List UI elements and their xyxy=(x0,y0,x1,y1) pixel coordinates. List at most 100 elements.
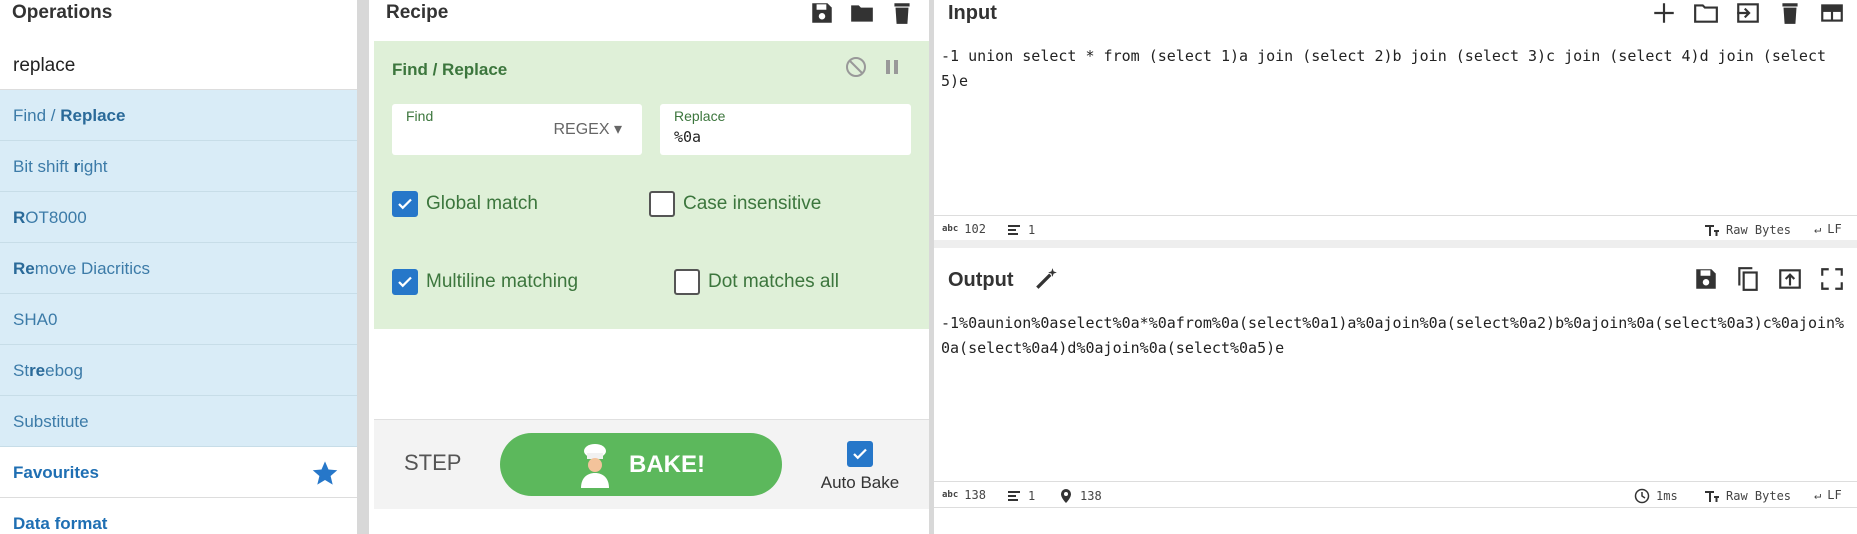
case-insensitive-label: Case insensitive xyxy=(683,193,822,214)
op-item-label: Substitute xyxy=(13,412,89,431)
op-item-match: Replace xyxy=(60,106,126,125)
magic-wand-icon[interactable] xyxy=(1033,266,1059,292)
checkbox-checked[interactable] xyxy=(392,269,418,295)
input-eol-value: LF xyxy=(1827,222,1842,236)
global-match-label: Global match xyxy=(426,193,538,214)
op-item-streebog[interactable]: Streebog xyxy=(0,345,357,396)
maximize-icon[interactable] xyxy=(1819,266,1845,292)
replace-input-icon[interactable] xyxy=(1777,266,1803,292)
save-icon[interactable] xyxy=(809,0,835,26)
input-eol[interactable]: ↵ LF xyxy=(1814,222,1842,236)
case-insensitive-checkbox[interactable]: Case insensitive xyxy=(649,191,821,217)
operations-title: Operations xyxy=(12,2,113,23)
pause-icon[interactable] xyxy=(880,55,904,79)
recipe-header: Recipe xyxy=(374,0,929,40)
output-lines: 1 xyxy=(1006,488,1035,504)
op-item-label-rest: ebog xyxy=(45,361,83,380)
abc-icon: abc xyxy=(942,490,959,500)
op-item-remove-diacritics[interactable]: Remove Diacritics xyxy=(0,243,357,294)
dot-all-label: Dot matches all xyxy=(708,271,839,292)
clock-icon xyxy=(1634,488,1650,504)
auto-bake-label: Auto Bake xyxy=(820,473,900,492)
find-mode-dropdown[interactable]: REGEX ▾ xyxy=(554,119,623,139)
multiline-checkbox[interactable]: Multiline matching xyxy=(392,269,578,295)
return-icon: ↵ xyxy=(1814,222,1822,236)
operations-panel: Operations replace Find / Replace Bit sh… xyxy=(0,0,357,534)
multiline-label: Multiline matching xyxy=(426,271,579,292)
global-match-checkbox[interactable]: Global match xyxy=(392,191,538,217)
input-length: abc 102 xyxy=(942,222,986,236)
category-data-format[interactable]: Data format xyxy=(0,498,357,534)
recipe-controls: STEP BAKE! Auto Bake xyxy=(374,419,929,509)
input-encoding-value: Raw Bytes xyxy=(1726,223,1792,237)
op-item-match: Re xyxy=(13,259,35,278)
trash-icon[interactable] xyxy=(889,0,915,26)
layout-icon[interactable] xyxy=(1819,0,1845,26)
output-title: Output xyxy=(948,269,1014,291)
output-position-value: 138 xyxy=(1080,489,1102,503)
operations-search-input[interactable]: replace xyxy=(0,45,357,90)
find-mode-value: REGEX xyxy=(553,121,610,138)
plus-icon[interactable] xyxy=(1651,0,1677,26)
check-icon xyxy=(398,276,412,288)
auto-bake-checkbox[interactable]: Auto Bake xyxy=(817,441,903,493)
dot-all-checkbox[interactable]: Dot matches all xyxy=(674,269,839,295)
return-icon: ↵ xyxy=(1814,488,1822,502)
category-label: Favourites xyxy=(13,463,99,482)
copy-icon[interactable] xyxy=(1735,266,1761,292)
replace-field[interactable]: Replace %0a xyxy=(660,104,911,155)
op-item-bit-shift-right[interactable]: Bit shift right xyxy=(0,141,357,192)
output-time: 1ms xyxy=(1634,488,1678,504)
chef-icon xyxy=(581,443,609,488)
output-eol-value: LF xyxy=(1827,488,1842,502)
output-eol[interactable]: ↵ LF xyxy=(1814,488,1842,502)
category-favourites[interactable]: Favourites xyxy=(0,447,357,498)
op-item-label-rest: ight xyxy=(80,157,108,176)
output-time-value: 1ms xyxy=(1656,489,1678,503)
op-item-label: St xyxy=(13,361,30,380)
import-icon[interactable] xyxy=(1735,0,1761,26)
output-length-value: 138 xyxy=(964,488,986,502)
folder-icon[interactable] xyxy=(849,0,875,26)
checkbox-unchecked[interactable] xyxy=(649,191,675,217)
find-field[interactable]: Find REGEX ▾ xyxy=(392,104,642,155)
input-status-bar: abc 102 1 Raw Bytes ↵ LF xyxy=(934,215,1857,242)
save-icon[interactable] xyxy=(1693,266,1719,292)
find-label: Find xyxy=(406,108,434,124)
text-size-icon xyxy=(1705,225,1719,236)
input-length-value: 102 xyxy=(964,222,986,236)
caret-down-icon: ▾ xyxy=(613,121,622,138)
op-item-find-replace[interactable]: Find / Replace xyxy=(0,90,357,141)
output-status-bar: abc 138 1 138 1ms Raw Bytes ↵ LF xyxy=(934,481,1857,508)
op-item-sha0[interactable]: SHA0 xyxy=(0,294,357,345)
bake-button[interactable]: BAKE! xyxy=(500,433,782,496)
panel-divider[interactable] xyxy=(357,0,369,534)
input-encoding[interactable]: Raw Bytes xyxy=(1704,222,1791,238)
step-button[interactable]: STEP xyxy=(404,450,461,476)
op-item-match: R xyxy=(13,208,26,227)
trash-icon[interactable] xyxy=(1777,0,1803,26)
recipe-operation-find-replace: Find / Replace Find REGEX ▾ Replace %0a … xyxy=(374,41,929,329)
input-textarea[interactable]: -1 union select * from (select 1)a join … xyxy=(941,44,1851,94)
op-item-rot8000[interactable]: ROT8000 xyxy=(0,192,357,243)
check-icon xyxy=(853,448,867,460)
checkbox-unchecked[interactable] xyxy=(674,269,700,295)
operations-list: Find / Replace Bit shift right ROT8000 R… xyxy=(0,90,357,534)
io-splitter[interactable] xyxy=(934,240,1857,248)
folder-open-icon[interactable] xyxy=(1693,0,1719,26)
op-item-substitute[interactable]: Substitute xyxy=(0,396,357,447)
input-lines: 1 xyxy=(1006,222,1035,238)
disable-icon[interactable] xyxy=(844,55,868,79)
check-icon xyxy=(398,198,412,210)
output-encoding[interactable]: Raw Bytes xyxy=(1704,488,1791,504)
op-item-label: Find / xyxy=(13,106,61,125)
op-item-label-rest: move Diacritics xyxy=(34,259,150,278)
checkbox-checked[interactable] xyxy=(847,441,873,467)
checkbox-checked[interactable] xyxy=(392,191,418,217)
lines-icon xyxy=(1008,225,1020,235)
replace-value: %0a xyxy=(674,128,702,146)
output-position: 138 xyxy=(1058,488,1102,504)
output-textarea[interactable]: -1%0aunion%0aselect%0a*%0afrom%0a(select… xyxy=(941,311,1851,361)
operation-name: Find / Replace xyxy=(392,60,508,79)
abc-icon: abc xyxy=(942,224,959,234)
